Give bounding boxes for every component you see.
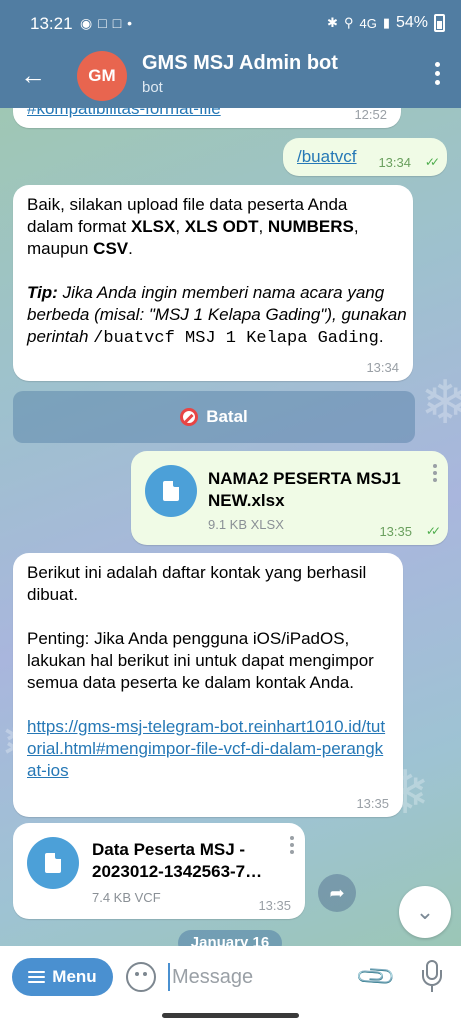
message-bubble[interactable]: #kompatibilitas-format-file 12:52 xyxy=(13,108,401,128)
arrow-left-icon[interactable]: ← xyxy=(20,60,46,90)
battery-percent: 54% xyxy=(395,14,428,31)
snowflake-decor: ❄ xyxy=(420,369,461,436)
text-caret xyxy=(168,963,170,991)
kebab-icon[interactable] xyxy=(435,62,441,89)
menu-button-label: Menu xyxy=(52,967,97,986)
message-bubble-outgoing[interactable]: /buatvcf 13:34 ✓✓ xyxy=(283,138,447,176)
dot-icon: • xyxy=(127,15,133,31)
menu-button[interactable]: Menu xyxy=(12,958,113,996)
location-icon: ⚲ xyxy=(343,15,354,30)
message-time: 13:35 xyxy=(356,796,389,811)
kebab-icon[interactable] xyxy=(290,836,294,857)
status-time: 13:21 xyxy=(30,14,73,33)
gesture-bar xyxy=(0,1008,461,1024)
message-link[interactable]: #kompatibilitas-format-file xyxy=(27,108,221,120)
status-bar: 13:21 ◉ □ □ • ✱ ⚲ 4G ▮ 54% xyxy=(0,0,461,46)
file-name: Data Peserta MSJ - 2023012-1342563-7… xyxy=(92,840,263,881)
bluetooth-icon: ✱ xyxy=(327,15,338,30)
battery-icon xyxy=(434,14,445,32)
emoji-icon[interactable] xyxy=(126,962,156,992)
file-message-outgoing[interactable]: NAMA2 PESERTA MSJ1 NEW.xlsx 9.1 KB XLSX … xyxy=(131,451,448,545)
mic-icon[interactable] xyxy=(422,960,442,994)
message-time: 13:35 xyxy=(258,898,291,913)
read-checks-icon: ✓✓ xyxy=(424,155,440,169)
message-input-bar: Menu 📎 xyxy=(0,946,461,1008)
command-link[interactable]: /buatvcf xyxy=(297,146,357,168)
kebab-icon[interactable] xyxy=(433,464,437,485)
share-icon[interactable]: ➦ xyxy=(318,874,356,912)
chat-header[interactable]: ← GM GMS MSJ Admin bot bot xyxy=(0,46,461,108)
linkedin-icon-2: □ xyxy=(112,15,122,31)
paperclip-icon[interactable]: 📎 xyxy=(354,954,399,999)
file-size: 7.4 KB VCF xyxy=(92,890,161,905)
chat-title[interactable]: GMS MSJ Admin bot xyxy=(142,52,338,75)
file-size: 9.1 KB XLSX xyxy=(208,517,284,532)
top-bar: 13:21 ◉ □ □ • ✱ ⚲ 4G ▮ 54% ← GM GMS MSJ … xyxy=(0,0,461,108)
avatar[interactable]: GM xyxy=(77,51,127,101)
chevron-down-icon[interactable]: ⌄ xyxy=(399,886,451,938)
message-time: 12:52 xyxy=(354,108,387,122)
no-entry-icon xyxy=(180,408,199,426)
cancel-button-label: Batal xyxy=(206,407,248,426)
message-bubble[interactable]: Berikut ini adalah daftar kontak yang be… xyxy=(13,553,403,817)
home-indicator[interactable] xyxy=(162,1013,299,1018)
file-icon[interactable] xyxy=(27,837,79,889)
message-bubble[interactable]: Baik, silakan upload file data peserta A… xyxy=(13,185,413,381)
system-icons: ✱ ⚲ 4G ▮ 54% xyxy=(327,14,445,32)
signal-icon: ▮ xyxy=(382,15,390,30)
network-type: 4G xyxy=(359,15,377,31)
notification-icons: ◉ □ □ • xyxy=(80,15,132,32)
message-text: Berikut ini adalah daftar kontak yang be… xyxy=(27,563,386,780)
discord-icon: ◉ xyxy=(80,15,93,31)
file-name: NAMA2 PESERTA MSJ1 NEW.xlsx xyxy=(208,469,401,510)
message-time: 13:35 xyxy=(379,524,412,539)
message-time: 13:34 xyxy=(366,360,399,375)
message-text: Baik, silakan upload file data peserta A… xyxy=(27,195,407,348)
message-input[interactable] xyxy=(172,962,342,992)
linkedin-icon: □ xyxy=(98,15,107,31)
file-message[interactable]: Data Peserta MSJ - 2023012-1342563-7… 7.… xyxy=(13,823,305,919)
file-icon[interactable] xyxy=(145,465,197,517)
date-separator: January 16 xyxy=(178,930,282,946)
hamburger-icon xyxy=(28,968,46,986)
message-time: 13:34 xyxy=(378,155,411,170)
cancel-button[interactable]: Batal xyxy=(13,391,415,443)
tutorial-link[interactable]: https://gms-msj-telegram-bot.reinhart101… xyxy=(27,717,385,780)
read-checks-icon: ✓✓ xyxy=(425,524,441,538)
chat-subtitle: bot xyxy=(142,79,163,96)
chat-area[interactable]: ❄ ❄ ❄ ❄ #kompatibilitas-format-file 12:5… xyxy=(0,108,461,946)
